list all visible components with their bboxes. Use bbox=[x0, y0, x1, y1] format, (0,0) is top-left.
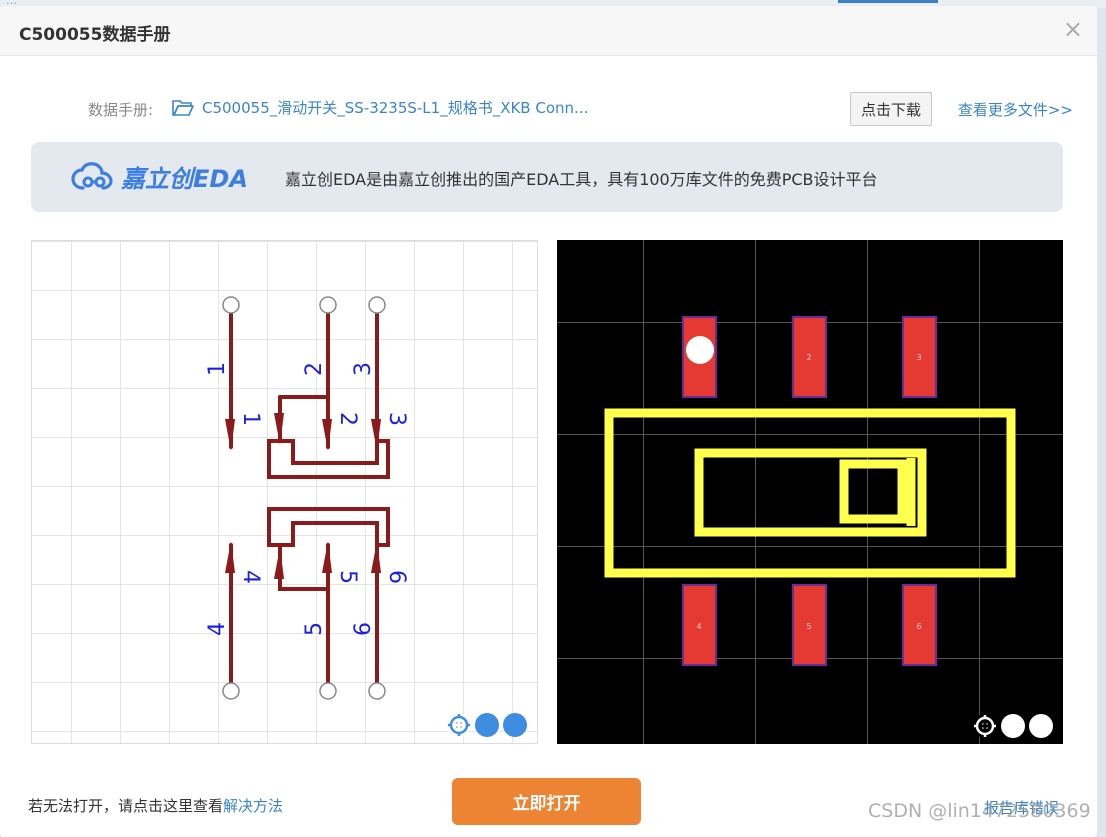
pin-number-6: 6 bbox=[351, 622, 376, 636]
pcb-pad-label-1: 1 bbox=[696, 353, 701, 362]
eda-banner-description: 嘉立创EDA是由嘉立创推出的国产EDA工具，具有100万库文件的免费PCB设计平… bbox=[285, 170, 878, 189]
close-icon[interactable]: × bbox=[1063, 15, 1083, 43]
pcb-pad-label-5: 5 bbox=[806, 622, 811, 631]
pcb-pad-label-2: 2 bbox=[806, 353, 811, 362]
switch-body-lower bbox=[267, 507, 390, 547]
silkscreen-slider-knob bbox=[839, 459, 907, 524]
modal-title: C500055数据手册 bbox=[19, 25, 171, 45]
datasheet-modal: C500055数据手册 × 数据手册: C500055_滑动开关_SS-3235… bbox=[0, 6, 1097, 837]
eda-banner[interactable]: 嘉立创EDA 嘉立创EDA是由嘉立创推出的国产EDA工具，具有100万库文件的免… bbox=[31, 142, 1063, 212]
schematic-drawing: 1 2 3 1 2 3 4 5 6 4 5 6 bbox=[205, 296, 409, 700]
pin-number-4: 4 bbox=[205, 622, 230, 636]
pin-number-5: 5 bbox=[302, 622, 327, 636]
cloud-link-icon bbox=[71, 161, 113, 190]
datasheet-row: 数据手册: C500055_滑动开关_SS-3235S-L1_规格书_XKB C… bbox=[88, 92, 1077, 126]
switch-link-lower bbox=[278, 543, 330, 591]
pcb-drawing: 1 2 3 4 5 6 bbox=[604, 316, 1016, 666]
pin-name-1: 1 bbox=[238, 412, 263, 426]
help-text-prefix: 若无法打开，请点击这里查看 bbox=[28, 797, 224, 815]
pin-end-circle[interactable] bbox=[222, 682, 240, 700]
pcb-pad-label-6: 6 bbox=[916, 622, 921, 631]
zoom-out-icon[interactable] bbox=[979, 714, 1025, 738]
solution-link[interactable]: 解决方法 bbox=[223, 797, 283, 815]
pin-number-1: 1 bbox=[205, 362, 230, 376]
pin-end-circle[interactable] bbox=[319, 682, 337, 700]
pin-end-circle[interactable] bbox=[368, 296, 386, 314]
pin-name-4: 4 bbox=[238, 570, 263, 584]
pin-number-3: 3 bbox=[351, 362, 376, 376]
pin-name-6: 6 bbox=[384, 570, 409, 584]
schematic-viewer[interactable]: 1 2 3 1 2 3 4 5 6 4 5 6 bbox=[31, 240, 538, 744]
pin-name-5: 5 bbox=[335, 570, 360, 584]
pcb-viewer[interactable]: 1 2 3 4 5 6 bbox=[557, 240, 1063, 744]
more-files-link[interactable]: 查看更多文件>> bbox=[958, 99, 1073, 120]
pcb-pad-label-4: 4 bbox=[696, 622, 701, 631]
modal-header: C500055数据手册 × bbox=[0, 6, 1097, 56]
eda-logo-text: 嘉立创EDA bbox=[121, 165, 248, 193]
help-text: 若无法打开，请点击这里查看解决方法 bbox=[28, 795, 283, 816]
datasheet-file-name: C500055_滑动开关_SS-3235S-L1_规格书_XKB Conn... bbox=[202, 99, 589, 117]
pcb-controls bbox=[973, 714, 1053, 738]
pin-number-2: 2 bbox=[302, 362, 327, 376]
eda-logo: 嘉立创EDA bbox=[71, 159, 248, 194]
zoom-out-icon[interactable] bbox=[453, 713, 499, 737]
silkscreen-outline bbox=[604, 408, 1016, 578]
zoom-in-icon[interactable] bbox=[453, 713, 527, 737]
pin-end-circle[interactable] bbox=[222, 296, 240, 314]
pcb-pad-label-3: 3 bbox=[916, 353, 921, 362]
pin-name-3: 3 bbox=[384, 412, 409, 426]
pin-name-2: 2 bbox=[335, 412, 360, 426]
datasheet-label: 数据手册: bbox=[88, 101, 154, 119]
csdn-watermark: CSDN @lin1472580369 bbox=[868, 800, 1091, 822]
folder-open-icon bbox=[172, 99, 194, 116]
open-now-button[interactable]: 立即打开 bbox=[452, 778, 641, 825]
zoom-in-icon[interactable] bbox=[979, 714, 1053, 738]
background-bar bbox=[838, 0, 938, 3]
schematic-controls bbox=[447, 713, 527, 737]
pin-end-circle[interactable] bbox=[319, 296, 337, 314]
datasheet-file-link[interactable]: C500055_滑动开关_SS-3235S-L1_规格书_XKB Conn... bbox=[172, 97, 588, 118]
download-button[interactable]: 点击下载 bbox=[850, 92, 932, 126]
pin-end-circle[interactable] bbox=[368, 682, 386, 700]
